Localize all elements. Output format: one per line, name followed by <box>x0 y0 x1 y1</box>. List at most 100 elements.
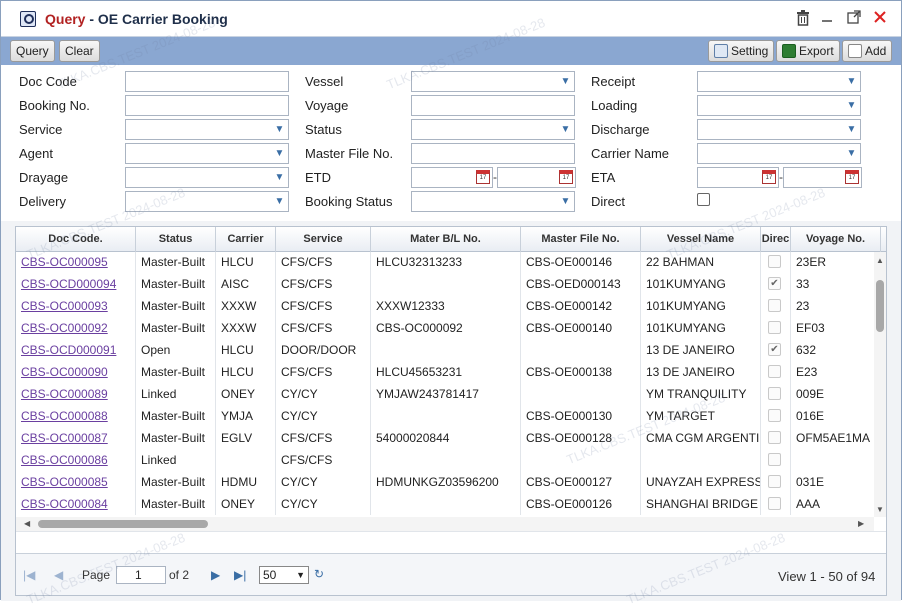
last-page-icon[interactable]: ▶| <box>234 568 246 582</box>
direct-row-checkbox[interactable] <box>768 299 781 312</box>
table-row[interactable]: CBS-OC000088 Master-Built YMJA CY/CY CBS-OE0… <box>16 405 874 427</box>
vessel-select[interactable]: ▼ <box>411 71 575 92</box>
scroll-left-icon[interactable]: ◀ <box>24 519 30 528</box>
doc-code-link[interactable]: CBS-OC000085 <box>21 475 108 489</box>
direct-row-checkbox[interactable] <box>768 475 781 488</box>
trash-icon[interactable] <box>794 10 812 28</box>
doc-code-link[interactable]: CBS-OC000093 <box>21 299 108 313</box>
close-icon[interactable] <box>871 10 889 28</box>
table-row[interactable]: CBS-OCD000091 Open HLCU DOOR/DOOR 13 DE JANE… <box>16 339 874 361</box>
eta-to-input[interactable]: 17 <box>783 167 862 188</box>
table-row[interactable]: CBS-OC000093 Master-Built XXXW CFS/CFS XXXW1… <box>16 295 874 317</box>
calendar-icon[interactable]: 17 <box>845 170 859 184</box>
table-row[interactable]: CBS-OC000095 Master-Built HLCU CFS/CFS HLCU3… <box>16 252 874 273</box>
page-size-select[interactable]: 50 ▼ <box>259 566 309 584</box>
doc-code-link[interactable]: CBS-OC000089 <box>21 387 108 401</box>
cell-vessel-name: 13 DE JANEIRO <box>641 339 761 361</box>
table-row[interactable]: CBS-OC000090 Master-Built HLCU CFS/CFS HLCU4… <box>16 361 874 383</box>
doc-code-link[interactable]: CBS-OC000095 <box>21 255 108 269</box>
master-file-no-input[interactable] <box>411 143 575 164</box>
service-select[interactable]: ▼ <box>125 119 289 140</box>
cell-carrier: AISC <box>216 273 276 295</box>
export-button[interactable]: Export <box>776 40 840 62</box>
etd-to-input[interactable]: 17 <box>497 167 576 188</box>
cell-doc-code: CBS-OCD000094 <box>16 273 136 295</box>
prev-page-icon[interactable]: ◀ <box>54 568 63 582</box>
column-header-service[interactable]: Service <box>276 227 371 252</box>
calendar-icon[interactable]: 17 <box>476 170 490 184</box>
agent-select[interactable]: ▼ <box>125 143 289 164</box>
cell-master-file-no: CBS-OE000126 <box>521 493 641 515</box>
etd-from-input[interactable]: 17 <box>411 167 493 188</box>
setting-button[interactable]: Setting <box>708 40 775 62</box>
column-header-status[interactable]: Status <box>136 227 216 252</box>
maximize-icon[interactable] <box>845 10 863 28</box>
doc-code-link[interactable]: CBS-OC000086 <box>21 453 108 467</box>
column-header-carrier[interactable]: Carrier <box>216 227 276 252</box>
refresh-icon[interactable]: ↻ <box>314 567 324 581</box>
scroll-down-icon[interactable]: ▼ <box>876 505 884 514</box>
horizontal-scroll-thumb[interactable] <box>38 520 208 528</box>
cell-status: Master-Built <box>136 427 216 449</box>
doc-code-link[interactable]: CBS-OCD000094 <box>21 277 116 291</box>
column-header-direct[interactable]: Direc <box>761 227 791 252</box>
column-header-master-file-no[interactable]: Master File No. <box>521 227 641 252</box>
minimize-icon[interactable] <box>818 10 836 28</box>
scroll-right-icon[interactable]: ▶ <box>858 519 864 528</box>
table-row[interactable]: CBS-OC000092 Master-Built XXXW CFS/CFS CBS-O… <box>16 317 874 339</box>
doc-code-link[interactable]: CBS-OC000084 <box>21 497 108 511</box>
doc-code-link[interactable]: CBS-OC000088 <box>21 409 108 423</box>
discharge-select[interactable]: ▼ <box>697 119 861 140</box>
next-page-icon[interactable]: ▶ <box>211 568 220 582</box>
doc-code-link[interactable]: CBS-OC000087 <box>21 431 108 445</box>
vertical-scrollbar[interactable]: ▲ ▼ <box>874 252 886 517</box>
cell-master-bl-no <box>371 493 521 515</box>
direct-row-checkbox[interactable] <box>768 365 781 378</box>
table-row[interactable]: CBS-OC000084 Master-Built ONEY CY/CY CBS-OE0… <box>16 493 874 515</box>
doc-code-link[interactable]: CBS-OC000090 <box>21 365 108 379</box>
doc-code-link[interactable]: CBS-OC000092 <box>21 321 108 335</box>
drayage-select[interactable]: ▼ <box>125 167 289 188</box>
table-row[interactable]: CBS-OC000089 Linked ONEY CY/CY YMJAW24378141… <box>16 383 874 405</box>
direct-row-checkbox[interactable]: ✔ <box>768 343 781 356</box>
page-number-input[interactable]: 1 <box>116 566 166 584</box>
first-page-icon[interactable]: |◀ <box>23 568 35 582</box>
direct-row-checkbox[interactable] <box>768 453 781 466</box>
horizontal-scrollbar[interactable]: ◀ ▶ <box>16 517 874 531</box>
carrier-name-select[interactable]: ▼ <box>697 143 861 164</box>
calendar-icon[interactable]: 17 <box>559 170 573 184</box>
direct-checkbox[interactable] <box>697 193 710 206</box>
vertical-scroll-thumb[interactable] <box>876 280 884 332</box>
table-row[interactable]: CBS-OC000087 Master-Built EGLV CFS/CFS 54000… <box>16 427 874 449</box>
loading-select[interactable]: ▼ <box>697 95 861 116</box>
direct-row-checkbox[interactable] <box>768 255 781 268</box>
cell-vessel-name: 101KUMYANG <box>641 295 761 317</box>
clear-button[interactable]: Clear <box>59 40 100 62</box>
booking-no-input[interactable] <box>125 95 289 116</box>
eta-from-input[interactable]: 17 <box>697 167 779 188</box>
direct-row-checkbox[interactable] <box>768 321 781 334</box>
query-button[interactable]: Query <box>10 40 55 62</box>
add-button[interactable]: Add <box>842 40 893 62</box>
column-header-voyage-no[interactable]: Voyage No. <box>791 227 881 252</box>
table-row[interactable]: CBS-OCD000094 Master-Built AISC CFS/CFS CBS-… <box>16 273 874 295</box>
booking-status-select[interactable]: ▼ <box>411 191 575 212</box>
direct-row-checkbox[interactable] <box>768 387 781 400</box>
direct-row-checkbox[interactable]: ✔ <box>768 277 781 290</box>
direct-row-checkbox[interactable] <box>768 497 781 510</box>
column-header-master-bl-no[interactable]: Mater B/L No. <box>371 227 521 252</box>
column-header-doc-code[interactable]: Doc Code. <box>16 227 136 252</box>
table-row[interactable]: CBS-OC000086 Linked CFS/CFS <box>16 449 874 471</box>
table-row[interactable]: CBS-OC000085 Master-Built HDMU CY/CY HDMUNKG… <box>16 471 874 493</box>
scroll-up-icon[interactable]: ▲ <box>876 256 884 265</box>
voyage-input[interactable] <box>411 95 575 116</box>
column-header-vessel-name[interactable]: Vessel Name <box>641 227 761 252</box>
direct-row-checkbox[interactable] <box>768 431 781 444</box>
doc-code-link[interactable]: CBS-OCD000091 <box>21 343 116 357</box>
status-select[interactable]: ▼ <box>411 119 575 140</box>
receipt-select[interactable]: ▼ <box>697 71 861 92</box>
doc-code-input[interactable] <box>125 71 289 92</box>
calendar-icon[interactable]: 17 <box>762 170 776 184</box>
direct-row-checkbox[interactable] <box>768 409 781 422</box>
delivery-select[interactable]: ▼ <box>125 191 289 212</box>
